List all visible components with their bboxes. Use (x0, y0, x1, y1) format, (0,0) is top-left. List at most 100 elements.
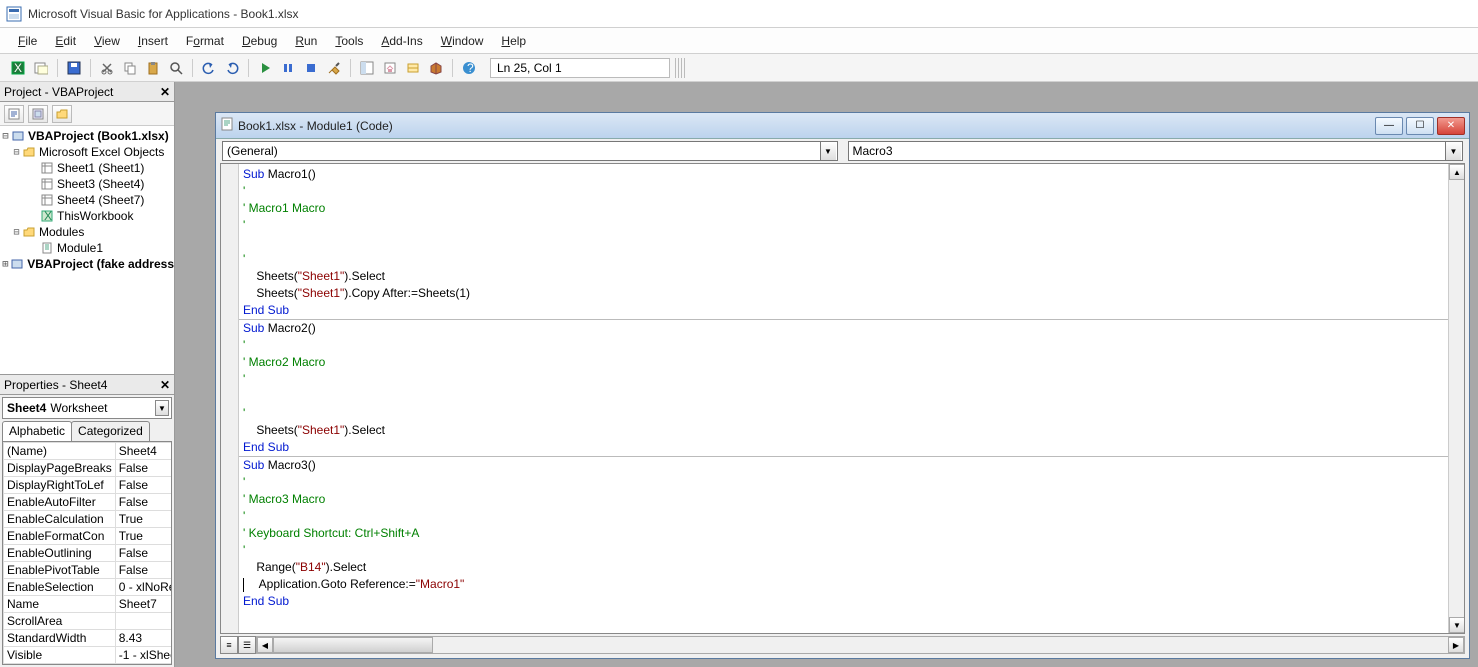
insert-object-button[interactable] (31, 58, 51, 78)
properties-panel-close[interactable]: ✕ (160, 378, 170, 392)
properties-grid[interactable]: (Name)Sheet4DisplayPageBreaksFalseDispla… (2, 441, 172, 665)
property-row[interactable]: EnableAutoFilterFalse (4, 494, 173, 511)
procedure-combo[interactable]: Macro3▼ (848, 141, 1464, 161)
menu-help[interactable]: Help (493, 31, 534, 51)
property-name: DisplayRightToLef (4, 477, 116, 494)
break-button[interactable] (278, 58, 298, 78)
vertical-scrollbar[interactable]: ▲ ▼ (1448, 164, 1464, 633)
property-row[interactable]: Visible-1 - xlSheetVisib (4, 647, 173, 664)
horizontal-scrollbar[interactable]: ◀ ▶ (256, 636, 1465, 654)
view-excel-button[interactable]: X (8, 58, 28, 78)
procedure-view-button[interactable]: ≡ (220, 636, 238, 654)
scroll-track[interactable] (1449, 180, 1464, 617)
dropdown-icon[interactable]: ▼ (820, 142, 836, 160)
property-value[interactable]: -1 - xlSheetVisib (115, 647, 172, 664)
code-window-titlebar[interactable]: Book1.xlsx - Module1 (Code) — ☐ ✕ (216, 113, 1469, 139)
menu-edit[interactable]: Edit (47, 31, 84, 51)
object-combo[interactable]: (General)▼ (222, 141, 838, 161)
properties-object-selector[interactable]: Sheet4 Worksheet ▼ (2, 397, 172, 419)
tab-categorized[interactable]: Categorized (71, 421, 150, 441)
scroll-up-arrow[interactable]: ▲ (1449, 164, 1465, 180)
properties-button[interactable] (380, 58, 400, 78)
code-editor[interactable]: Sub Macro1() ' ' Macro1 Macro ' ' Sheets… (220, 163, 1465, 634)
toggle-folders-button[interactable] (52, 105, 72, 123)
sheet-item[interactable]: Sheet4 (Sheet7) (0, 192, 174, 208)
undo-button[interactable] (199, 58, 219, 78)
property-value[interactable]: Sheet4 (115, 443, 172, 460)
property-name: EnableCalculation (4, 511, 116, 528)
maximize-button[interactable]: ☐ (1406, 117, 1434, 135)
property-row[interactable]: NameSheet7 (4, 596, 173, 613)
project-panel-close[interactable]: ✕ (160, 85, 170, 99)
svg-text:?: ? (467, 61, 474, 75)
property-value[interactable]: True (115, 511, 172, 528)
menu-debug[interactable]: Debug (234, 31, 285, 51)
copy-button[interactable] (120, 58, 140, 78)
full-module-view-button[interactable]: ☰ (238, 636, 256, 654)
paste-button[interactable] (143, 58, 163, 78)
property-row[interactable]: EnableFormatConTrue (4, 528, 173, 545)
property-row[interactable]: DisplayRightToLefFalse (4, 477, 173, 494)
project-explorer-button[interactable] (357, 58, 377, 78)
modules-folder[interactable]: ⊟Modules (0, 224, 174, 240)
menu-run[interactable]: Run (287, 31, 325, 51)
view-code-button[interactable] (4, 105, 24, 123)
find-button[interactable] (166, 58, 186, 78)
property-row[interactable]: EnableCalculationTrue (4, 511, 173, 528)
run-button[interactable] (255, 58, 275, 78)
module-item[interactable]: Module1 (0, 240, 174, 256)
redo-button[interactable] (222, 58, 242, 78)
property-value[interactable] (115, 613, 172, 630)
menu-format[interactable]: Format (178, 31, 232, 51)
property-value[interactable]: False (115, 562, 172, 579)
property-value[interactable]: Sheet7 (115, 596, 172, 613)
project-root-2[interactable]: ⊞VBAProject (fake address (0, 256, 174, 272)
workbook-item[interactable]: XThisWorkbook (0, 208, 174, 224)
property-row[interactable]: (Name)Sheet4 (4, 443, 173, 460)
menu-tools[interactable]: Tools (327, 31, 371, 51)
reset-button[interactable] (301, 58, 321, 78)
scroll-left-arrow[interactable]: ◀ (257, 637, 273, 653)
property-value[interactable]: False (115, 477, 172, 494)
object-browser-button[interactable] (403, 58, 423, 78)
property-row[interactable]: EnablePivotTableFalse (4, 562, 173, 579)
property-value[interactable]: False (115, 460, 172, 477)
scroll-right-arrow[interactable]: ▶ (1448, 637, 1464, 653)
project-root[interactable]: ⊟VBAProject (Book1.xlsx) (0, 128, 174, 144)
minimize-button[interactable]: — (1375, 117, 1403, 135)
sheet-item[interactable]: Sheet3 (Sheet4) (0, 176, 174, 192)
dropdown-icon[interactable]: ▼ (1445, 142, 1461, 160)
dropdown-icon[interactable]: ▼ (155, 400, 169, 416)
menu-addins[interactable]: Add-Ins (373, 31, 430, 51)
scroll-down-arrow[interactable]: ▼ (1449, 617, 1465, 633)
property-value[interactable]: 0 - xlNoRestricti (115, 579, 172, 596)
save-button[interactable] (64, 58, 84, 78)
scroll-track[interactable] (273, 637, 1448, 653)
property-row[interactable]: DisplayPageBreaksFalse (4, 460, 173, 477)
view-object-button[interactable] (28, 105, 48, 123)
scroll-thumb[interactable] (273, 637, 433, 653)
sheet-item[interactable]: Sheet1 (Sheet1) (0, 160, 174, 176)
menu-view[interactable]: View (86, 31, 128, 51)
cut-button[interactable] (97, 58, 117, 78)
tab-alphabetic[interactable]: Alphabetic (2, 421, 72, 441)
menu-insert[interactable]: Insert (130, 31, 176, 51)
properties-object-name: Sheet4 (7, 401, 46, 415)
menu-window[interactable]: Window (433, 31, 492, 51)
close-button[interactable]: ✕ (1437, 117, 1465, 135)
toolbox-button[interactable] (426, 58, 446, 78)
project-tree[interactable]: ⊟VBAProject (Book1.xlsx) ⊟Microsoft Exce… (0, 126, 174, 375)
excel-objects-folder[interactable]: ⊟Microsoft Excel Objects (0, 144, 174, 160)
code-text[interactable]: Sub Macro1() ' ' Macro1 Macro ' ' Sheets… (239, 164, 1448, 633)
property-row[interactable]: EnableOutliningFalse (4, 545, 173, 562)
property-row[interactable]: EnableSelection0 - xlNoRestricti (4, 579, 173, 596)
property-value[interactable]: False (115, 545, 172, 562)
property-value[interactable]: False (115, 494, 172, 511)
property-value[interactable]: True (115, 528, 172, 545)
design-mode-button[interactable] (324, 58, 344, 78)
help-button[interactable]: ? (459, 58, 479, 78)
menu-file[interactable]: File (10, 31, 45, 51)
property-row[interactable]: StandardWidth8.43 (4, 630, 173, 647)
property-row[interactable]: ScrollArea (4, 613, 173, 630)
property-value[interactable]: 8.43 (115, 630, 172, 647)
